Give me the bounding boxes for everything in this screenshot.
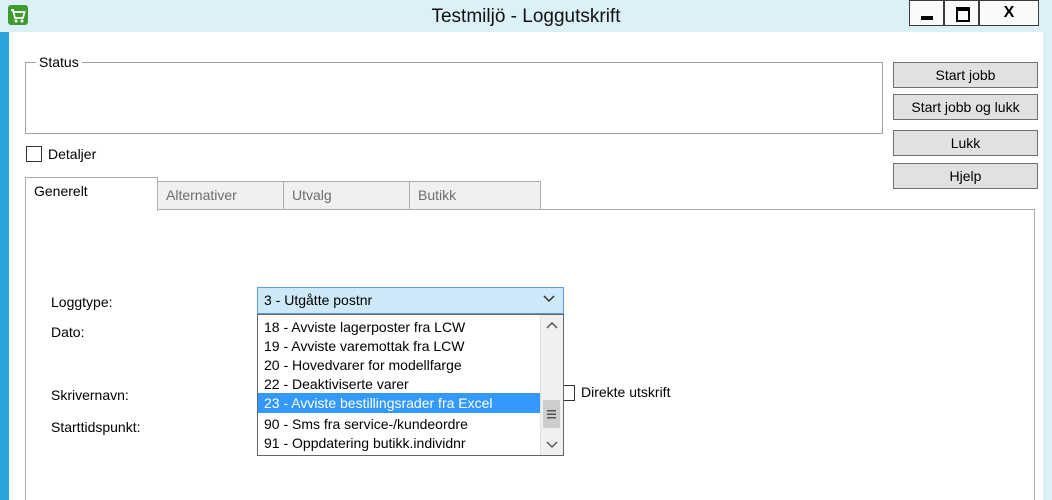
- title-bar[interactable]: Testmiljö - Loggutskrift X: [0, 0, 1052, 32]
- start-time-label: Starttidspunkt:: [51, 419, 141, 435]
- start-job-and-close-button[interactable]: Start jobb og lukk: [893, 94, 1038, 120]
- chevron-down-icon[interactable]: [541, 436, 563, 453]
- maximize-button[interactable]: [944, 0, 979, 26]
- dropdown-item[interactable]: 19 - Avviste varemottak fra LCW: [258, 336, 540, 356]
- maximize-icon: [956, 7, 970, 22]
- application-window: Testmiljö - Loggutskrift X Status Detalj…: [0, 0, 1052, 500]
- window-left-border: [0, 32, 9, 500]
- tab-generelt[interactable]: Generelt: [25, 177, 158, 211]
- dropdown-item[interactable]: 91 - Oppdatering butikk.individnr: [258, 433, 540, 453]
- close-button[interactable]: Lukk: [893, 130, 1038, 156]
- logtype-dropdown-list[interactable]: 18 - Avviste lagerposter fra LCW 19 - Av…: [257, 314, 564, 456]
- status-group: Status: [25, 54, 883, 134]
- details-label: Detaljer: [48, 146, 97, 162]
- dropdown-scrollbar[interactable]: [540, 315, 563, 455]
- scrollbar-thumb[interactable]: [543, 400, 560, 428]
- tab-butikk[interactable]: Butikk: [409, 181, 541, 209]
- dropdown-item[interactable]: 22 - Deaktiviserte varer: [258, 374, 540, 394]
- date-label: Dato:: [51, 324, 85, 340]
- dropdown-item[interactable]: 18 - Avviste lagerposter fra LCW: [258, 317, 540, 337]
- start-job-button[interactable]: Start jobb: [893, 62, 1038, 88]
- minimize-button[interactable]: [909, 0, 944, 26]
- chevron-up-icon[interactable]: [541, 317, 563, 334]
- status-group-label: Status: [36, 54, 82, 70]
- dropdown-item[interactable]: 90 - Sms fra service-/kundeordre: [258, 414, 540, 434]
- logtype-selected-value: 3 - Utgåtte postnr: [264, 292, 373, 308]
- dropdown-item[interactable]: 20 - Hovedvarer for modellfarge: [258, 355, 540, 375]
- help-button[interactable]: Hjelp: [893, 163, 1038, 189]
- minimize-icon: [921, 16, 933, 20]
- dropdown-item-selected[interactable]: 23 - Avviste bestillingsrader fra Excel: [258, 393, 540, 413]
- window-title: Testmiljö - Loggutskrift: [431, 6, 621, 27]
- close-icon: X: [1003, 4, 1015, 21]
- window-right-border: [1043, 32, 1052, 500]
- logtype-select[interactable]: 3 - Utgåtte postnr: [257, 287, 564, 314]
- window-client-area: Status Detaljer Start jobb Start jobb og…: [9, 32, 1043, 500]
- printer-label: Skrivernavn:: [51, 387, 129, 403]
- details-checkbox[interactable]: [26, 146, 42, 162]
- chevron-down-icon[interactable]: [543, 291, 555, 307]
- direct-print-label: Direkte utskrift: [581, 384, 671, 400]
- close-window-button[interactable]: X: [979, 0, 1039, 26]
- tab-alternativer[interactable]: Alternativer: [157, 181, 284, 209]
- tab-utvalg[interactable]: Utvalg: [283, 181, 410, 209]
- grip-icon: [547, 410, 556, 419]
- logtype-label: Loggtype:: [51, 294, 113, 310]
